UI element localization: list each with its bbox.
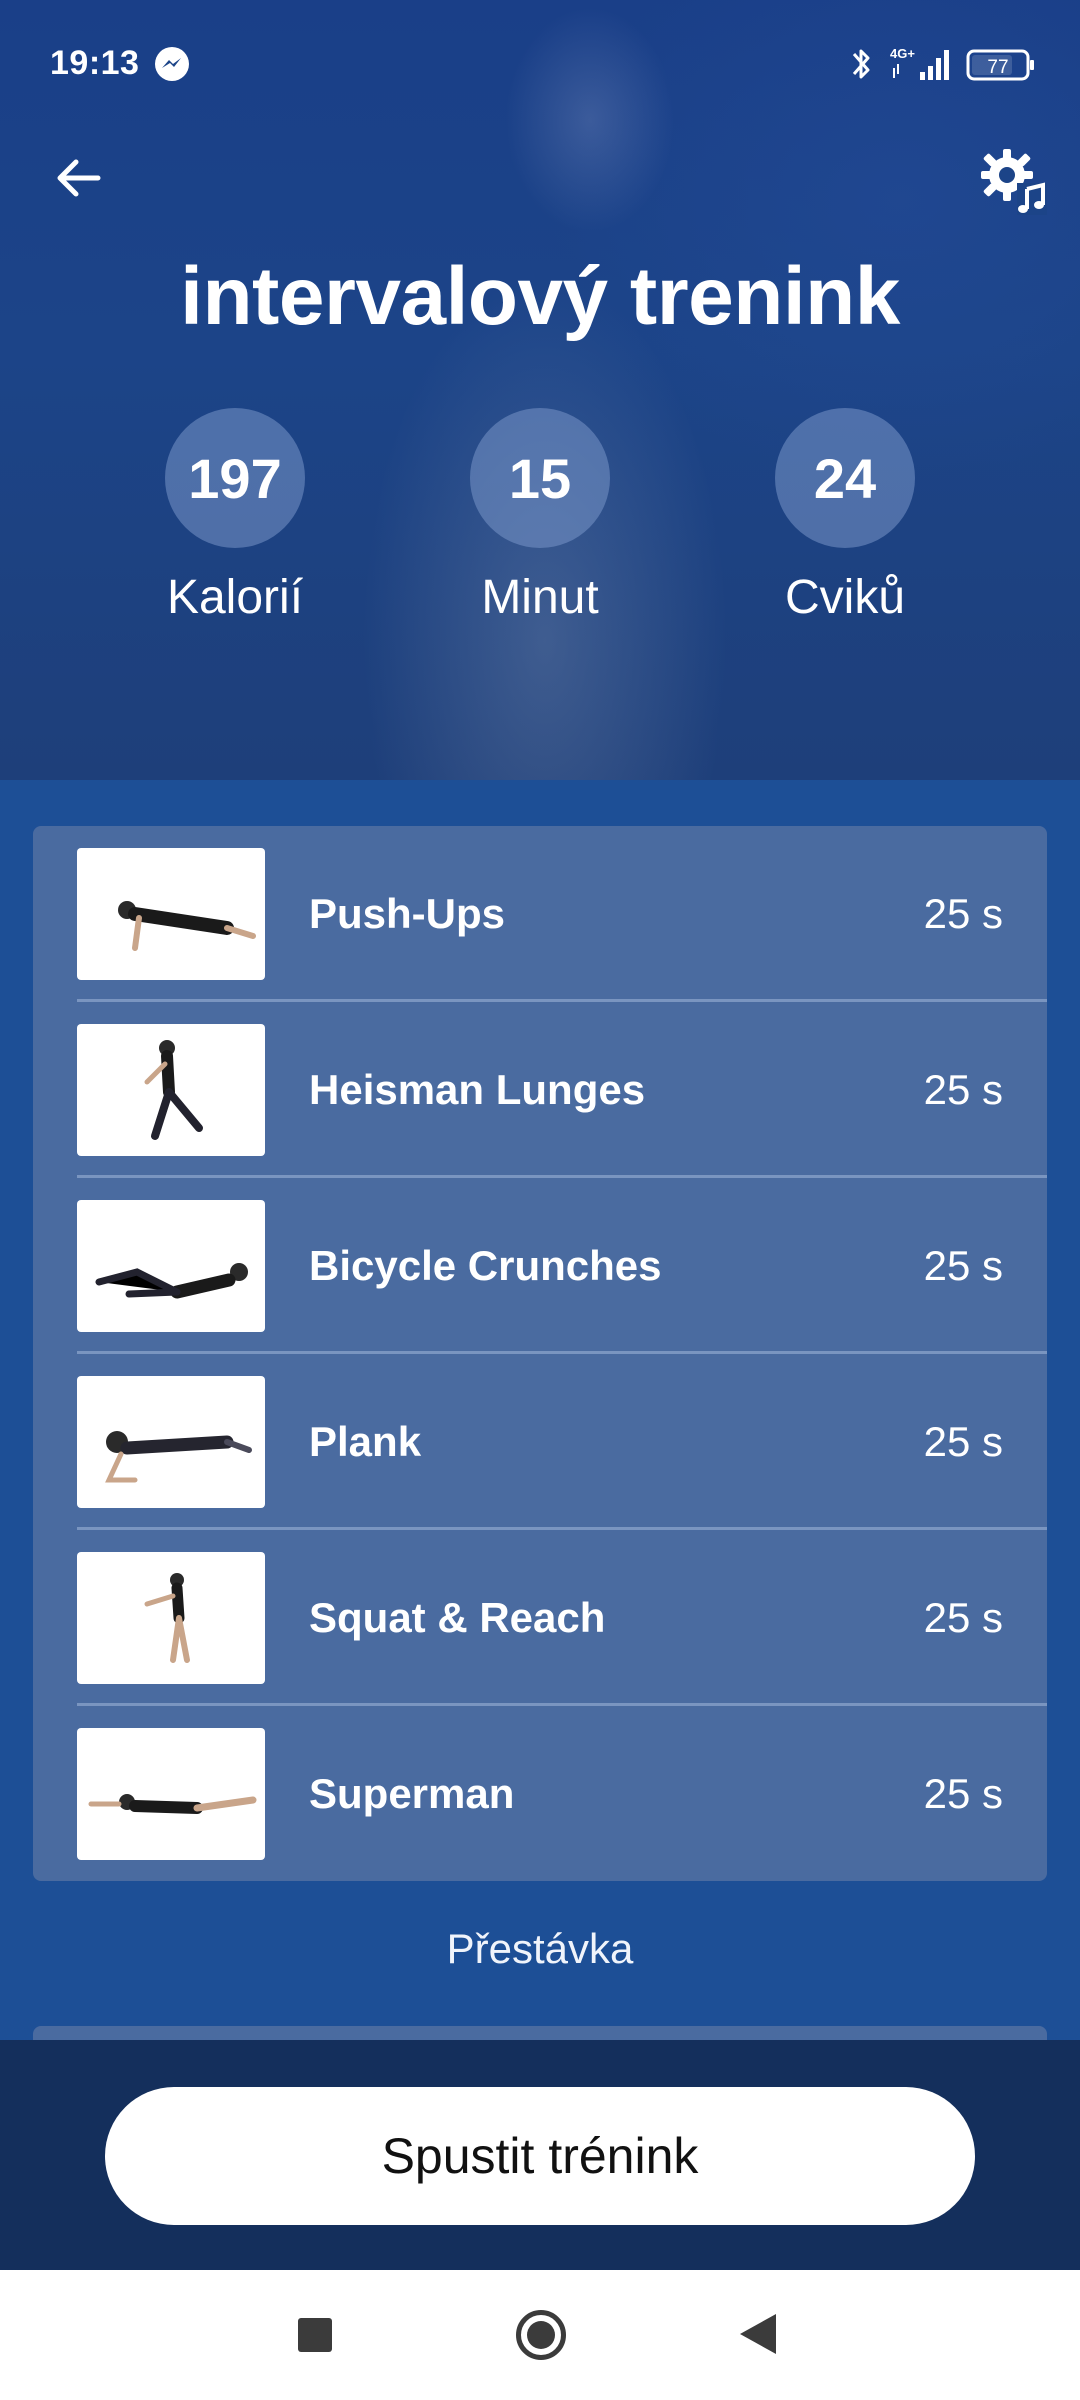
exercise-duration: 25 s [923,1418,1003,1465]
stat-minutes-value: 15 [470,408,610,548]
pause-label: Přestávka [446,1925,634,1972]
exercise-thumbnail [77,1376,265,1508]
bluetooth-icon [848,44,876,84]
exercise-thumbnail [77,1552,265,1684]
exercise-duration: 25 s [923,1242,1003,1289]
exercise-name: Heisman Lunges [309,1066,646,1113]
exercise-row[interactable]: Superman 25 s [77,1706,1047,1881]
nav-back-icon[interactable] [740,2314,776,2354]
exercise-row[interactable]: Squat & Reach 25 s [77,1530,1047,1706]
exercise-duration: 25 s [923,1066,1003,1113]
exercise-name: Superman [309,1770,515,1817]
exercise-name: Squat & Reach [309,1594,606,1641]
signal-icon: 4G+ [890,44,952,84]
exercise-row[interactable]: Heisman Lunges 25 s [77,1002,1047,1178]
stat-minutes: 15 Minut [420,408,660,625]
back-button[interactable] [40,140,116,216]
status-time: 19:13 [50,44,140,82]
arrow-left-icon [57,159,101,197]
stat-exercises: 24 Cviků [725,408,965,625]
battery-icon: 77 [966,48,1036,82]
exercise-row[interactable]: Push-Ups 25 s [77,826,1047,1002]
stat-exercises-value: 24 [775,408,915,548]
nav-home-icon[interactable] [516,2310,566,2360]
exercise-duration: 25 s [923,1594,1003,1641]
gear-music-icon [981,149,1047,215]
exercise-name: Bicycle Crunches [309,1242,662,1289]
stat-exercises-label: Cviků [784,571,906,624]
exercise-thumbnail [77,1728,265,1860]
start-workout-button[interactable]: Spustit trénink [105,2087,975,2225]
exercise-list: Push-Ups 25 s Heisman Lunges 25 s Bicycl… [33,826,1047,1881]
stat-minutes-label: Minut [481,571,599,624]
exercise-name: Push-Ups [309,890,506,937]
exercise-name: Plank [309,1418,422,1465]
nav-recents-icon[interactable] [298,2318,332,2352]
hero-header: 19:13 4G+ 77 intervalový trenink 197 Kal… [0,0,1080,780]
stat-calories-label: Kalorií [166,571,304,624]
exercise-row[interactable]: Plank 25 s [77,1354,1047,1530]
exercise-thumbnail [77,1024,265,1156]
svg-text:4G+: 4G+ [890,46,915,61]
sound-settings-button[interactable] [968,136,1058,226]
bottom-bar: Spustit trénink [0,2040,1080,2270]
exercise-row[interactable]: Bicycle Crunches 25 s [77,1178,1047,1354]
status-bar: 19:13 4G+ 77 [0,0,1080,130]
stat-calories-value: 197 [165,408,305,548]
svg-text:77: 77 [987,57,1008,78]
stat-calories: 197 Kalorií [115,408,355,625]
workout-title: intervalový trenink [180,251,900,342]
exercise-thumbnail [77,848,265,980]
messenger-icon [154,46,190,82]
exercise-duration: 25 s [923,890,1003,937]
system-nav-bar [0,2270,1080,2400]
exercise-duration: 25 s [923,1770,1003,1817]
exercise-thumbnail [77,1200,265,1332]
